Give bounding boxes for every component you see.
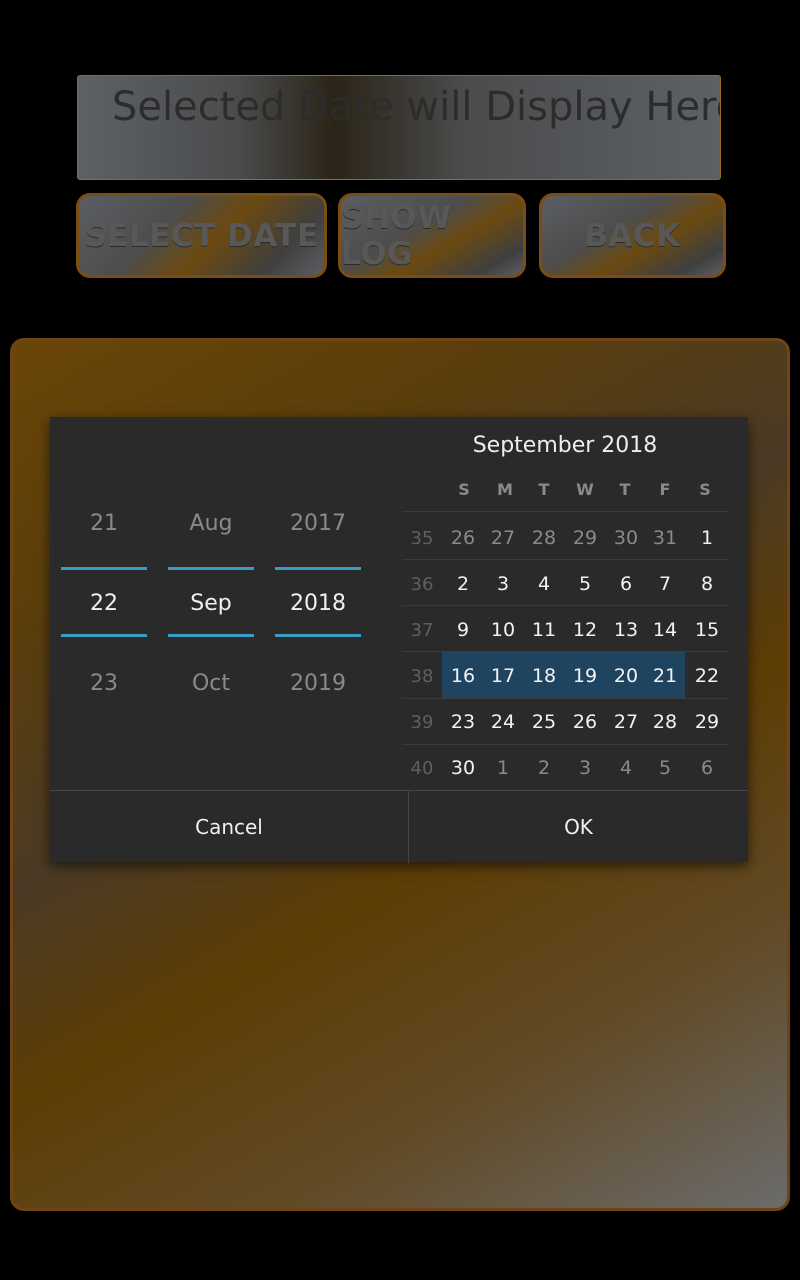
calendar-day[interactable]: 6 bbox=[606, 573, 646, 595]
calendar-day[interactable]: 26 bbox=[565, 711, 605, 733]
calendar-day-selected[interactable]: 20 bbox=[606, 665, 646, 687]
divider bbox=[275, 634, 361, 637]
calendar-day[interactable]: 5 bbox=[645, 757, 685, 779]
row-divider bbox=[402, 559, 728, 560]
calendar-day[interactable]: 11 bbox=[524, 619, 564, 641]
calendar-day[interactable]: 2 bbox=[524, 757, 564, 779]
calendar-day[interactable]: 10 bbox=[483, 619, 523, 641]
day-current[interactable]: 22 bbox=[61, 591, 147, 616]
calendar-day[interactable]: 4 bbox=[606, 757, 646, 779]
show-log-button[interactable]: SHOW LOG bbox=[338, 193, 526, 278]
calendar-day-selected[interactable]: 19 bbox=[565, 665, 605, 687]
calendar-day-selected[interactable]: 18 bbox=[524, 665, 564, 687]
day-next[interactable]: 23 bbox=[61, 671, 147, 696]
calendar-day[interactable]: 13 bbox=[606, 619, 646, 641]
week-number: 40 bbox=[410, 758, 434, 779]
row-divider bbox=[402, 698, 728, 699]
calendar-day[interactable]: 3 bbox=[565, 757, 605, 779]
weekday-label: W bbox=[576, 480, 594, 499]
weekday-label: S bbox=[458, 480, 470, 499]
divider bbox=[168, 567, 254, 570]
year-current[interactable]: 2018 bbox=[275, 591, 361, 616]
calendar-day[interactable]: 4 bbox=[524, 573, 564, 595]
calendar-day[interactable]: 9 bbox=[443, 619, 483, 641]
divider bbox=[61, 634, 147, 637]
calendar-day[interactable]: 24 bbox=[483, 711, 523, 733]
select-date-button[interactable]: SELECT DATE bbox=[76, 193, 327, 278]
calendar-day[interactable]: 27 bbox=[606, 711, 646, 733]
day-prev[interactable]: 21 bbox=[61, 511, 147, 536]
cancel-button[interactable]: Cancel bbox=[50, 791, 408, 863]
calendar-day[interactable]: 29 bbox=[687, 711, 727, 733]
weekday-label: T bbox=[538, 480, 550, 499]
calendar-day[interactable]: 15 bbox=[687, 619, 727, 641]
week-number: 35 bbox=[410, 528, 434, 549]
weekday-label: F bbox=[659, 480, 671, 499]
day-spinner[interactable]: 21 22 23 bbox=[61, 417, 147, 791]
ok-button[interactable]: OK bbox=[409, 791, 748, 863]
calendar-day[interactable]: 8 bbox=[687, 573, 727, 595]
calendar-day[interactable]: 2 bbox=[443, 573, 483, 595]
selected-date-text: Selected Date will Display Here bbox=[112, 84, 721, 130]
divider bbox=[275, 567, 361, 570]
selected-date-display: Selected Date will Display Here bbox=[77, 75, 721, 180]
calendar-day[interactable]: 23 bbox=[443, 711, 483, 733]
calendar-day[interactable]: 1 bbox=[687, 527, 727, 549]
calendar-day[interactable]: 27 bbox=[483, 527, 523, 549]
calendar-day[interactable]: 25 bbox=[524, 711, 564, 733]
calendar-day-selected[interactable]: 16 bbox=[443, 665, 483, 687]
month-current[interactable]: Sep bbox=[168, 591, 254, 616]
dialog-actions: Cancel OK bbox=[50, 790, 748, 863]
calendar-day[interactable]: 28 bbox=[524, 527, 564, 549]
calendar-day[interactable]: 28 bbox=[645, 711, 685, 733]
calendar-view: September 2018 S M T W T F S 35 26 27 28… bbox=[402, 417, 748, 791]
weekday-label: M bbox=[497, 480, 513, 499]
calendar-day[interactable]: 30 bbox=[443, 757, 483, 779]
calendar-day[interactable]: 30 bbox=[606, 527, 646, 549]
calendar-day-selected[interactable]: 17 bbox=[483, 665, 523, 687]
row-divider bbox=[402, 744, 728, 745]
date-picker-dialog: 21 22 23 Aug Sep Oct 2017 2018 2019 Sept… bbox=[50, 417, 748, 863]
weekday-label: T bbox=[619, 480, 631, 499]
year-spinner[interactable]: 2017 2018 2019 bbox=[275, 417, 361, 791]
week-number: 39 bbox=[410, 712, 434, 733]
divider bbox=[61, 567, 147, 570]
row-divider bbox=[402, 651, 728, 652]
calendar-day-selected[interactable]: 21 bbox=[645, 665, 685, 687]
calendar-day[interactable]: 6 bbox=[687, 757, 727, 779]
calendar-day[interactable]: 3 bbox=[483, 573, 523, 595]
divider bbox=[168, 634, 254, 637]
calendar-day[interactable]: 29 bbox=[565, 527, 605, 549]
calendar-day[interactable]: 22 bbox=[687, 665, 727, 687]
calendar-day[interactable]: 12 bbox=[565, 619, 605, 641]
calendar-month-title: September 2018 bbox=[472, 433, 658, 458]
calendar-day[interactable]: 1 bbox=[483, 757, 523, 779]
year-next[interactable]: 2019 bbox=[275, 671, 361, 696]
calendar-day[interactable]: 14 bbox=[645, 619, 685, 641]
back-button[interactable]: BACK bbox=[539, 193, 726, 278]
calendar-day[interactable]: 5 bbox=[565, 573, 605, 595]
month-spinner[interactable]: Aug Sep Oct bbox=[168, 417, 254, 791]
row-divider bbox=[402, 605, 728, 606]
week-number: 36 bbox=[410, 574, 434, 595]
week-number: 37 bbox=[410, 620, 434, 641]
calendar-day[interactable]: 31 bbox=[645, 527, 685, 549]
month-prev[interactable]: Aug bbox=[168, 511, 254, 536]
year-prev[interactable]: 2017 bbox=[275, 511, 361, 536]
calendar-day[interactable]: 7 bbox=[645, 573, 685, 595]
weekday-label: S bbox=[699, 480, 711, 499]
row-divider bbox=[402, 511, 728, 512]
calendar-day[interactable]: 26 bbox=[443, 527, 483, 549]
month-next[interactable]: Oct bbox=[168, 671, 254, 696]
week-number: 38 bbox=[410, 666, 434, 687]
